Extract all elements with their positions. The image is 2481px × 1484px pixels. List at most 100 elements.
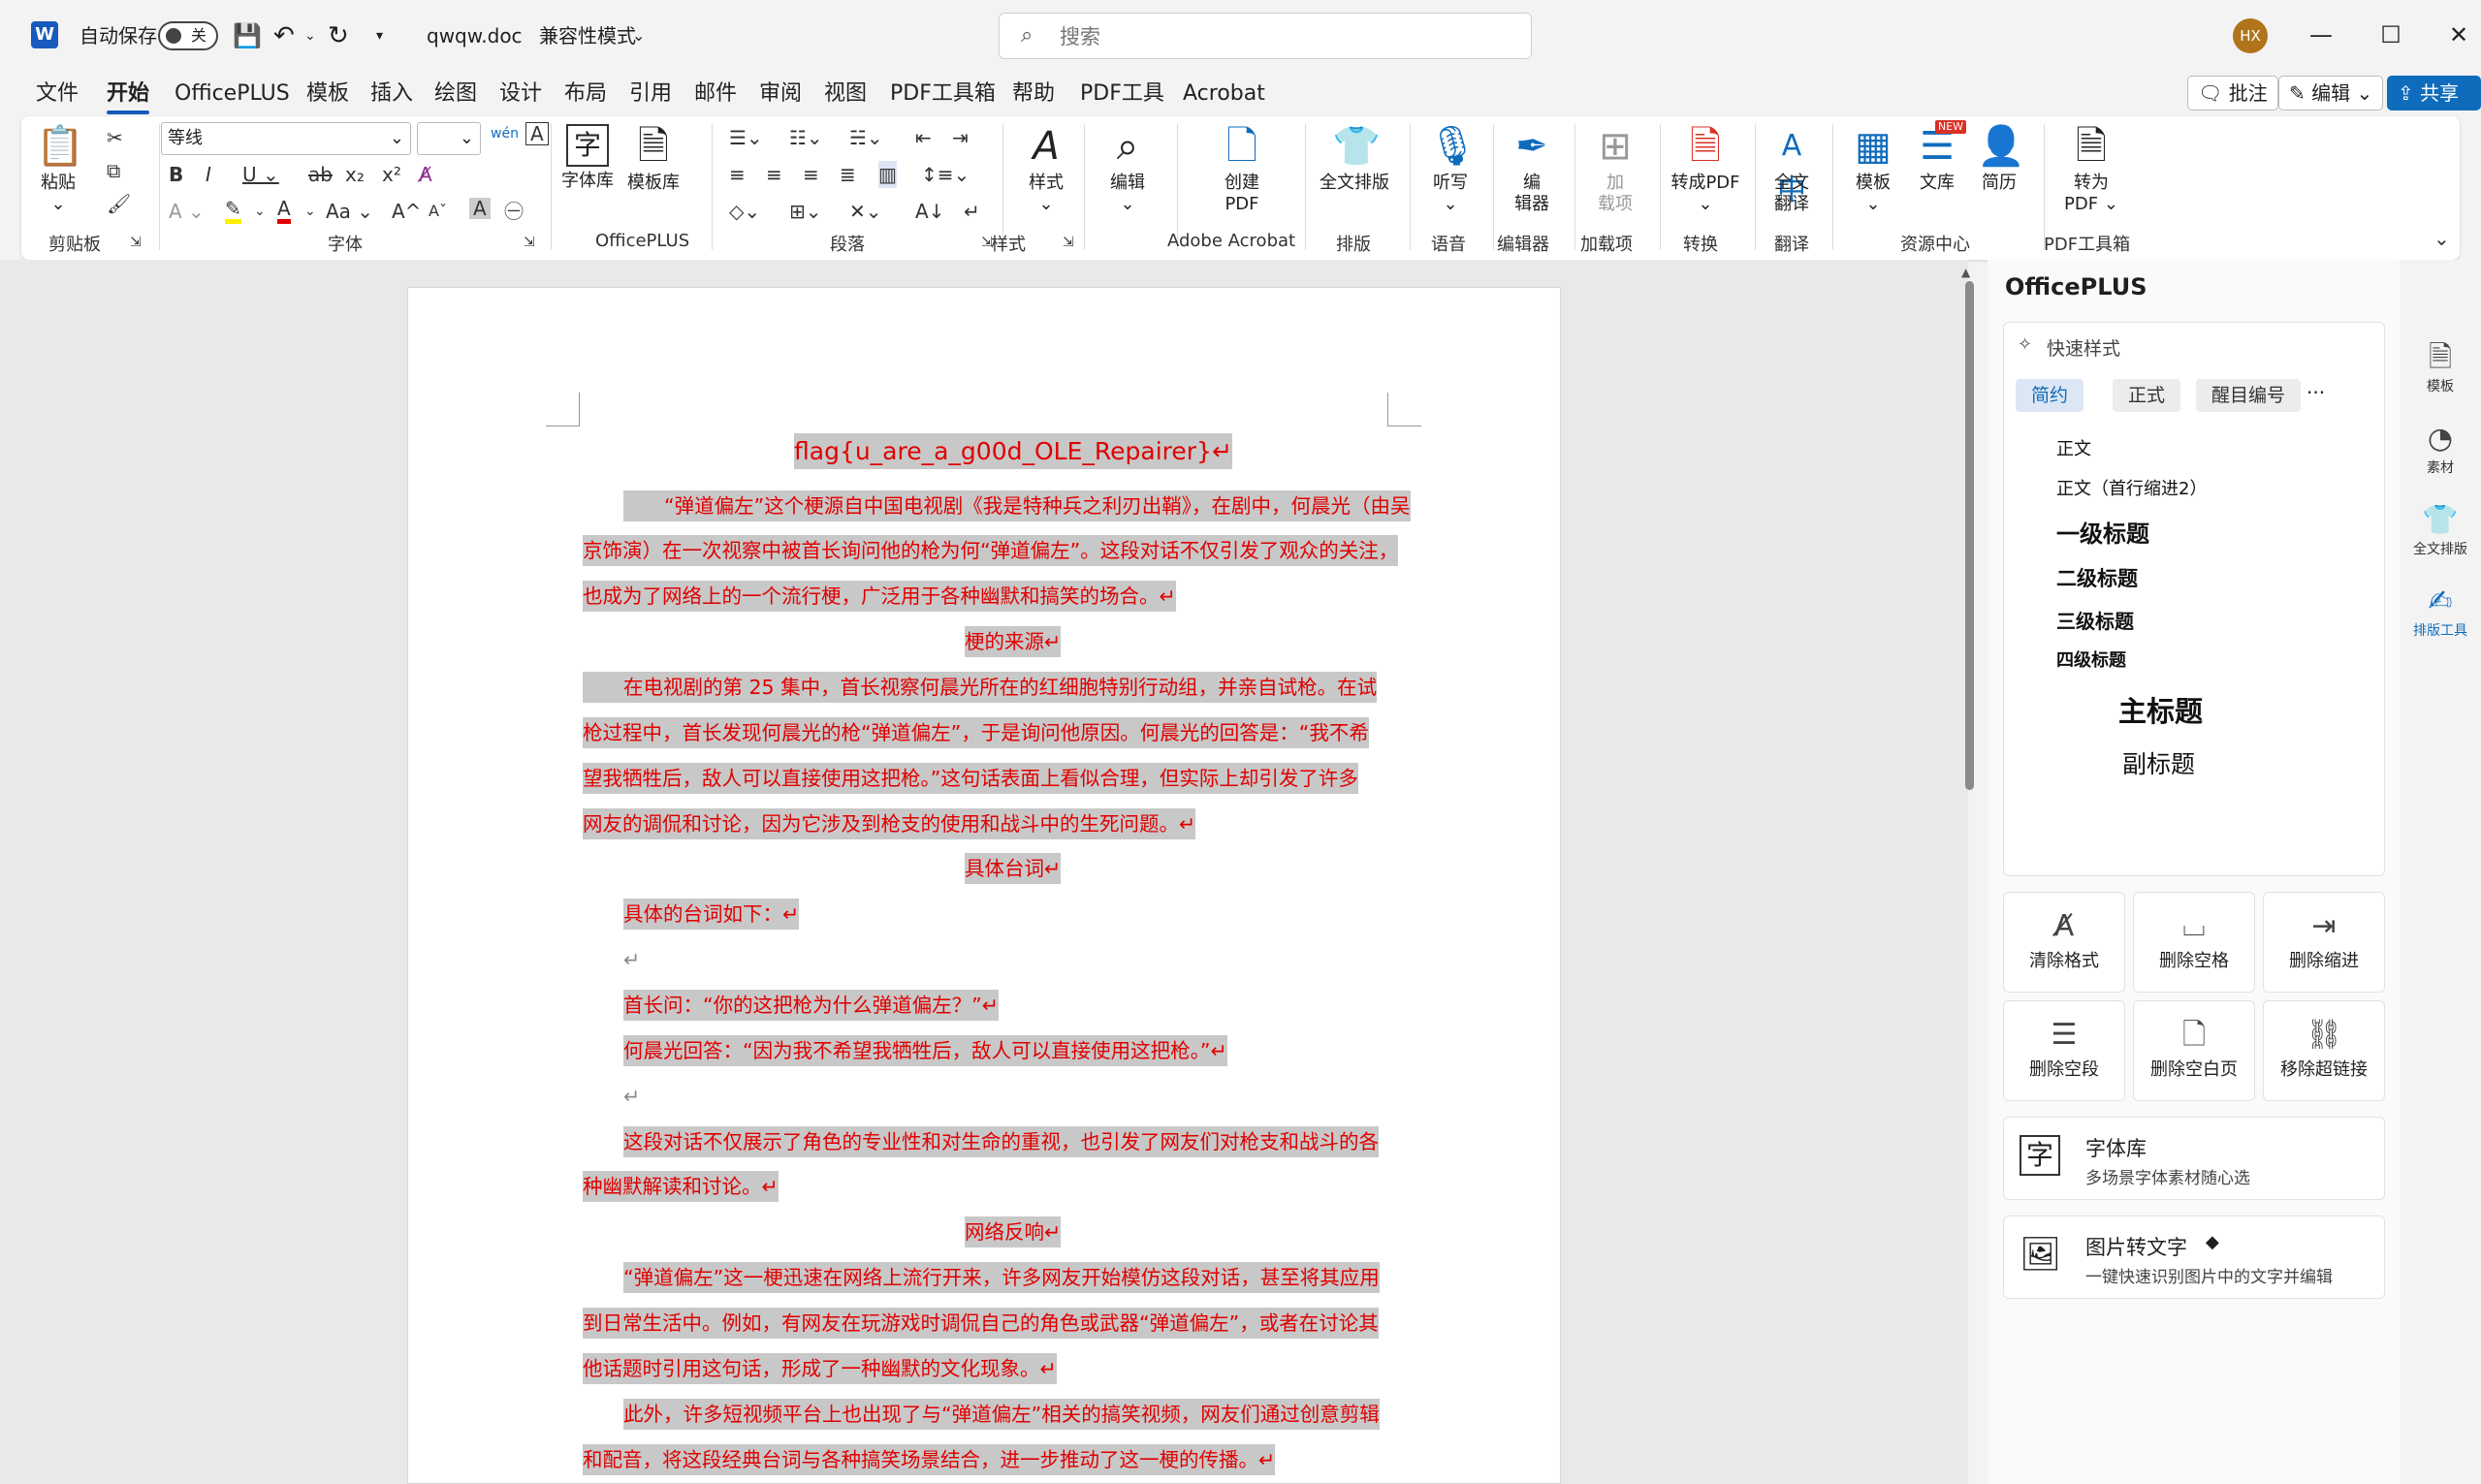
image-to-text-card[interactable]: 🖼 图片转文字 ◆ 一键快速识别图片中的文字并编辑: [2003, 1216, 2385, 1299]
remove-empty-paragraphs-button[interactable]: ☰ 删除空段: [2003, 1000, 2125, 1101]
customize-qat-icon[interactable]: ▾: [376, 17, 383, 54]
doc-line[interactable]: 和配音，将这段经典台词与各种搞笑场景结合，进一步推动了这一梗的传播。↵: [583, 1441, 1276, 1478]
line-spacing-icon[interactable]: ↕≡⌄: [921, 161, 970, 188]
align-left-icon[interactable]: ≡: [729, 161, 746, 188]
tab-templates[interactable]: 模板: [306, 78, 349, 111]
tab-mailings[interactable]: 邮件: [694, 78, 737, 111]
tab-draw[interactable]: 绘图: [434, 78, 477, 111]
doc-line[interactable]: 种幽默解读和讨论。↵: [583, 1168, 779, 1205]
superscript-icon[interactable]: x²: [382, 161, 401, 188]
tab-file[interactable]: 文件: [36, 78, 79, 111]
share-button[interactable]: ⇪ 共享 ⌄: [2387, 76, 2481, 138]
create-pdf-button[interactable]: 🗋 创建 PDF: [1206, 124, 1278, 215]
cut-icon[interactable]: ✂: [107, 124, 123, 151]
full-translate-button[interactable]: A中 全文 翻译: [1763, 124, 1821, 215]
font-color-icon[interactable]: A: [277, 198, 291, 224]
user-avatar[interactable]: HX: [2233, 18, 2268, 53]
tab-pdf-toolbox[interactable]: PDF工具箱: [890, 78, 996, 111]
style-body[interactable]: 正文: [2056, 435, 2091, 460]
compat-mode-label[interactable]: 兼容性模式: [539, 17, 636, 54]
increase-indent-icon[interactable]: ⇥: [952, 124, 969, 151]
doc-line[interactable]: “弹道偏左”这一梗迅速在网络上流行开来，许多网友开始模仿这段对话，甚至将其应用: [623, 1259, 1380, 1296]
rail-full-layout[interactable]: 👕 全文排版: [2400, 502, 2481, 558]
enclose-char-icon[interactable]: ㊀: [504, 198, 524, 225]
undo-dropdown-icon[interactable]: ⌄: [304, 17, 316, 54]
tab-design[interactable]: 设计: [499, 78, 542, 111]
chevron-down-icon[interactable]: ⌄: [632, 17, 645, 54]
doc-empty-line[interactable]: ↵: [623, 1078, 640, 1115]
doc-line[interactable]: 这段对话不仅展示了角色的专业性和对生命的重视，也引发了网友们对枪支和战斗的各: [623, 1123, 1379, 1160]
show-marks-icon[interactable]: ↵: [964, 198, 980, 225]
justify-icon[interactable]: ≣: [840, 161, 856, 188]
text-effects-icon[interactable]: A ⌄: [169, 198, 205, 225]
remove-blank-pages-button[interactable]: 🗋 删除空白页: [2133, 1000, 2255, 1101]
copy-icon[interactable]: ⧉: [107, 157, 120, 184]
styles-button[interactable]: A 样式 ⌄: [1010, 124, 1082, 215]
align-center-icon[interactable]: ≡: [766, 161, 782, 188]
font-library-card[interactable]: 字 字体库 多场景字体素材随心选: [2003, 1117, 2385, 1200]
font-size-select[interactable]: ⌄: [417, 122, 481, 155]
tab-officeplus[interactable]: OfficePLUS: [175, 78, 290, 111]
doc-line[interactable]: 具体的台词如下：↵: [623, 896, 800, 932]
style-subtitle[interactable]: 副标题: [2122, 745, 2195, 780]
chinese-layout-icon[interactable]: ✕⌄: [849, 198, 882, 225]
tab-review[interactable]: 审阅: [759, 78, 802, 111]
change-case-icon[interactable]: Aa ⌄: [326, 198, 373, 225]
doc-line[interactable]: 首长问：“你的这把枪为什么弹道偏左？”↵: [623, 987, 999, 1024]
more-styles-button[interactable]: ···: [2306, 381, 2325, 404]
doc-subheading[interactable]: 网络反响↵: [965, 1214, 1062, 1250]
shading-icon[interactable]: ◇⌄: [729, 198, 760, 225]
addins-button[interactable]: ⊞ 加载项: [1584, 124, 1646, 215]
scroll-up-icon[interactable]: ▲: [1961, 266, 1970, 279]
rail-templates[interactable]: 🗎 模板: [2400, 339, 2481, 395]
convert-to-pdf-button[interactable]: 🗎 转成PDF ⌄: [1660, 124, 1751, 215]
font-library-button[interactable]: 字字体库: [557, 124, 619, 192]
chevron-down-icon[interactable]: ⌄: [304, 198, 316, 225]
highlight-icon[interactable]: ✎: [225, 198, 241, 224]
clear-format-icon[interactable]: A̸: [419, 161, 432, 188]
style-tab-simple[interactable]: 简约: [2016, 379, 2084, 412]
doc-line[interactable]: 在电视剧的第 25 集中，首长视察何晨光所在的红细胞特别行动组，并亲自试枪。在试: [583, 669, 1378, 706]
doc-line[interactable]: 网友的调侃和讨论，因为它涉及到枪支的使用和战斗中的生死问题。↵: [583, 805, 1196, 842]
redo-icon[interactable]: ↻: [328, 17, 349, 54]
style-heading-1[interactable]: 一级标题: [2056, 515, 2149, 549]
numbering-icon[interactable]: ☷⌄: [789, 124, 823, 151]
editing-button[interactable]: ⌕ 编辑 ⌄: [1092, 124, 1163, 215]
clear-format-button[interactable]: A̸ 清除格式: [2003, 892, 2125, 993]
scrollbar-thumb[interactable]: [1965, 281, 1974, 790]
subscript-icon[interactable]: x₂: [345, 161, 365, 188]
library-button[interactable]: ☰ 文库: [1908, 124, 1966, 194]
font-name-select[interactable]: 等线 ⌄: [161, 122, 411, 155]
char-shading-icon[interactable]: A: [469, 198, 491, 219]
templates-button[interactable]: ▦ 模板 ⌄: [1844, 124, 1902, 215]
tab-acrobat[interactable]: Acrobat: [1183, 78, 1265, 111]
document-page[interactable]: flag{u_are_a_g00d_OLE_Repairer}↵ “弹道偏左”这…: [407, 287, 1561, 1484]
search-box[interactable]: ⌕: [999, 13, 1532, 59]
doc-line[interactable]: 京饰演）在一次视察中被首长询问他的枪为何“弹道偏左”。这段对话不仅引发了观众的关…: [583, 532, 1399, 569]
strikethrough-icon[interactable]: ab: [308, 161, 333, 188]
sort-icon[interactable]: A↓: [915, 198, 944, 225]
minimize-icon[interactable]: —: [2292, 16, 2350, 54]
style-tab-formal[interactable]: 正式: [2113, 379, 2181, 412]
dialog-launcher-icon[interactable]: ⇲: [1063, 229, 1074, 256]
tab-view[interactable]: 视图: [824, 78, 867, 111]
doc-line[interactable]: 望我牺牲后，敌人可以直接使用这把枪。”这句话表面上看似合理，但实际上却引发了许多: [583, 760, 1358, 797]
style-heading-3[interactable]: 三级标题: [2056, 606, 2134, 634]
collapse-ribbon-icon[interactable]: ⌄: [2433, 225, 2450, 252]
undo-icon[interactable]: ↶: [273, 17, 295, 54]
doc-line[interactable]: 此外，许多短视频平台上也出现了与“弹道偏左”相关的搞笑视频，网友们通过创意剪辑: [623, 1396, 1380, 1433]
underline-icon[interactable]: U ⌄: [242, 161, 279, 188]
rail-materials[interactable]: ◔ 素材: [2400, 421, 2481, 477]
tab-layout[interactable]: 布局: [564, 78, 607, 111]
to-pdf-button[interactable]: 🗎 转为 PDF ⌄: [2055, 124, 2127, 215]
comments-button[interactable]: 🗨 批注: [2187, 76, 2278, 111]
bullets-icon[interactable]: ☰⌄: [729, 124, 763, 151]
style-heading-2[interactable]: 二级标题: [2056, 563, 2138, 592]
chevron-down-icon[interactable]: ⌄: [254, 198, 266, 225]
doc-line[interactable]: 何晨光回答：“因为我不希望我牺牲后，敌人可以直接使用这把枪。”↵: [623, 1032, 1227, 1069]
doc-subheading[interactable]: 具体台词↵: [965, 850, 1062, 887]
search-input[interactable]: [1058, 21, 1517, 52]
doc-subheading[interactable]: 梗的来源↵: [965, 623, 1062, 660]
doc-line[interactable]: 他话题时引用这句话，形成了一种幽默的文化现象。↵: [583, 1350, 1057, 1387]
decrease-indent-icon[interactable]: ⇤: [915, 124, 932, 151]
